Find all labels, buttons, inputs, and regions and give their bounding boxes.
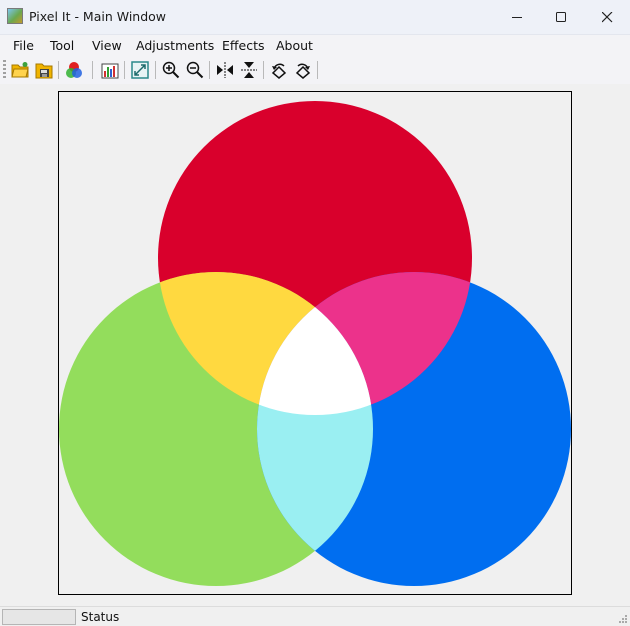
close-icon [602, 12, 613, 23]
flip-horizontal-icon [217, 62, 233, 78]
toolbar-separator [124, 61, 125, 79]
app-icon [7, 8, 23, 24]
status-bar: Status [0, 606, 630, 626]
toolbar [0, 57, 630, 84]
rotate-right-button[interactable] [292, 59, 314, 81]
zoom-out-icon [186, 61, 204, 79]
resize-grip-icon[interactable] [618, 614, 628, 624]
toolbar-separator [263, 61, 264, 79]
menu-tool[interactable]: Tool [50, 38, 74, 53]
maximize-button[interactable] [538, 0, 584, 34]
menu-file[interactable]: File [13, 38, 34, 53]
open-button[interactable] [9, 59, 31, 81]
color-channels-icon [66, 62, 82, 78]
menu-adjustments[interactable]: Adjustments [136, 38, 214, 53]
zoom-in-button[interactable] [160, 59, 182, 81]
maximize-icon [556, 12, 566, 22]
rgb-venn-image [59, 101, 571, 586]
menu-effects[interactable]: Effects [222, 38, 265, 53]
resize-button[interactable] [129, 59, 151, 81]
rotate-left-button[interactable] [268, 59, 290, 81]
zoom-in-icon [162, 61, 180, 79]
flip-vertical-icon [241, 62, 257, 78]
status-progress-bar [2, 609, 76, 625]
save-button[interactable] [33, 59, 55, 81]
zoom-out-button[interactable] [184, 59, 206, 81]
window-title: Pixel It - Main Window [29, 9, 167, 24]
color-channels-button[interactable] [63, 59, 85, 81]
toolbar-separator [209, 61, 210, 79]
histogram-button[interactable] [99, 59, 121, 81]
menu-about[interactable]: About [276, 38, 313, 53]
toolbar-separator [92, 61, 93, 79]
status-text: Status [81, 610, 120, 624]
menu-bar: File Tool View Adjustments Effects About [0, 35, 630, 57]
toolbar-separator [317, 61, 318, 79]
minimize-icon [512, 17, 522, 18]
flip-horizontal-button[interactable] [214, 59, 236, 81]
toolbar-separator [58, 61, 59, 79]
close-button[interactable] [584, 0, 630, 34]
resize-icon [131, 61, 149, 79]
open-folder-icon [11, 62, 29, 78]
toolbar-separator [155, 61, 156, 79]
image-canvas[interactable] [58, 91, 572, 595]
toolbar-grip[interactable] [3, 60, 6, 79]
flip-vertical-button[interactable] [238, 59, 260, 81]
title-bar[interactable]: Pixel It - Main Window [0, 0, 630, 35]
rotate-right-icon [295, 63, 311, 79]
rotate-left-icon [271, 63, 287, 79]
histogram-icon [101, 63, 119, 79]
menu-view[interactable]: View [92, 38, 122, 53]
minimize-button[interactable] [494, 0, 540, 34]
save-icon [35, 63, 53, 79]
